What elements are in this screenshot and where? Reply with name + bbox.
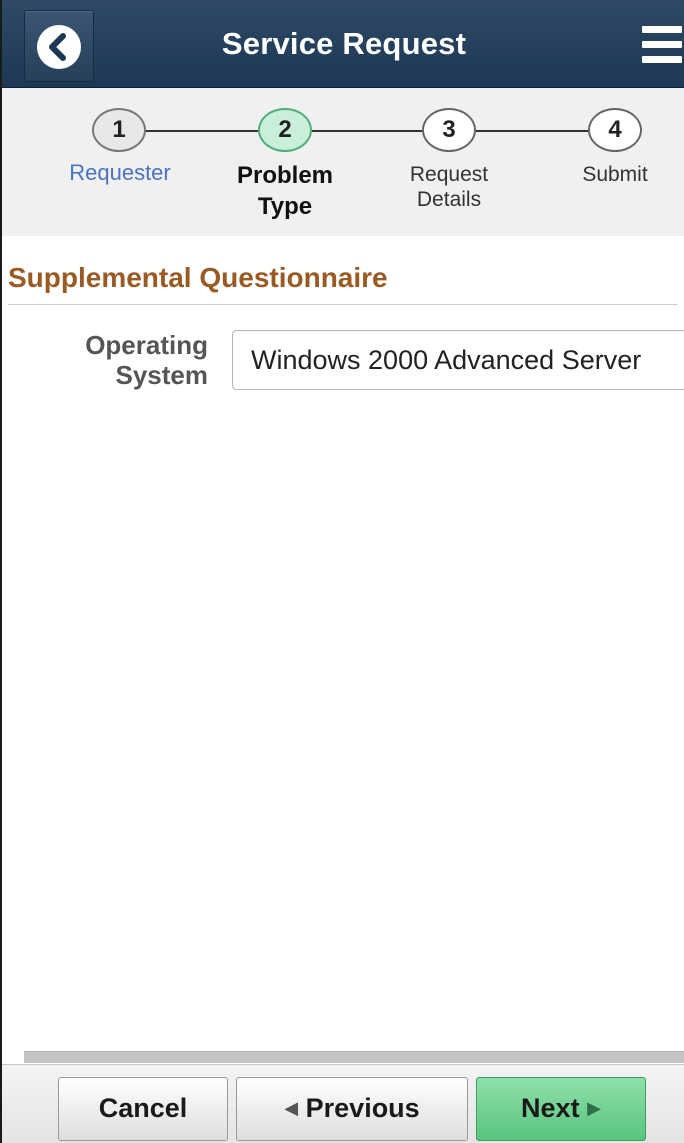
step-number: 3 [442, 116, 456, 143]
step-connector [312, 130, 422, 132]
section-divider [8, 304, 678, 305]
step-2-button: 2 [258, 108, 312, 152]
operating-system-value: Windows 2000 Advanced Server [251, 345, 642, 375]
step-1-button[interactable]: 1 [92, 108, 146, 152]
step-4-button: 4 [588, 108, 642, 152]
previous-button[interactable]: ◀ Previous [236, 1077, 468, 1141]
section-title: Supplemental Questionnaire [8, 262, 388, 293]
page-title: Service Request [221, 26, 467, 61]
triangle-right-icon: ▶ [587, 1098, 601, 1118]
triangle-left-icon: ◀ [284, 1098, 299, 1118]
step-2-label: Problem Type [220, 160, 350, 222]
app-frame: Service Request 1 2 3 4 Requester Proble… [0, 0, 684, 1143]
step-number: 1 [112, 116, 126, 143]
step-1-label[interactable]: Requester [55, 160, 185, 186]
horizontal-scrollbar[interactable] [24, 1051, 684, 1063]
next-button-label: Next [521, 1093, 580, 1123]
cancel-button[interactable]: Cancel [58, 1077, 228, 1141]
operating-system-select[interactable]: Windows 2000 Advanced Server [232, 330, 684, 390]
operating-system-label: Operating System [42, 330, 208, 390]
step-3-label-line1: Request [409, 163, 489, 186]
hamburger-menu-icon[interactable] [638, 22, 684, 68]
step-2-label-line1: Problem [236, 162, 334, 189]
step-3-label: Request Details [384, 162, 514, 212]
step-2-label-line2: Type [257, 193, 313, 220]
step-3-button: 3 [422, 108, 476, 152]
cancel-button-label: Cancel [98, 1093, 188, 1123]
step-connector [476, 130, 588, 132]
footer-toolbar: Cancel ◀ Previous Next ▶ [2, 1064, 684, 1143]
header-bar: Service Request [2, 0, 684, 88]
step-train: 1 2 3 4 Requester Problem Type Request D… [2, 88, 684, 236]
step-number: 4 [608, 116, 622, 143]
step-3-label-line2: Details [416, 188, 482, 211]
previous-button-label: Previous [305, 1093, 420, 1123]
next-button[interactable]: Next ▶ [476, 1077, 646, 1141]
field-label-line1: Operating [85, 330, 208, 360]
step-4-label: Submit [582, 163, 648, 186]
field-label-line2: System [115, 360, 209, 390]
step-connector [146, 130, 258, 132]
step-number: 2 [278, 116, 292, 143]
